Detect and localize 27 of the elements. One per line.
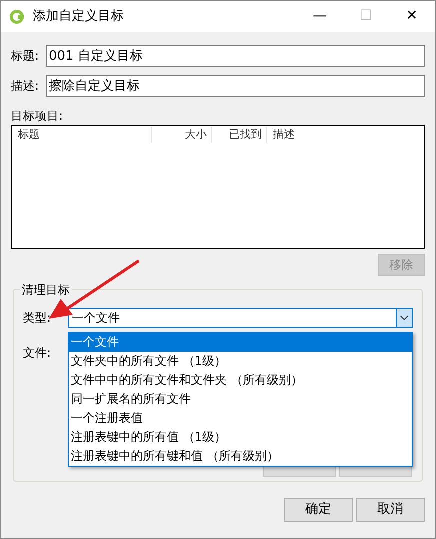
window-title: 添加自定义目标	[33, 8, 124, 26]
chevron-down-icon	[396, 309, 412, 327]
field-label: 标题:	[11, 48, 40, 65]
dropdown-option[interactable]: 一个注册表值	[69, 409, 412, 428]
ok-button[interactable]: 确定	[284, 498, 353, 522]
column-header[interactable]: 已找到	[212, 126, 267, 144]
section-label: 目标项目:	[11, 108, 64, 125]
dropdown-option[interactable]: 同一扩展名的所有文件	[69, 390, 412, 409]
file-label: 文件:	[23, 345, 52, 362]
column-header[interactable]: 大小	[152, 126, 212, 144]
dropdown-option[interactable]: 文件夹中的所有文件 （1级）	[69, 352, 412, 371]
minimize-button[interactable]: —	[297, 2, 343, 32]
close-button[interactable]: ✕	[389, 2, 435, 32]
dropdown-option[interactable]: 一个文件	[69, 333, 412, 352]
app-logo-icon	[9, 8, 25, 24]
field-label: 描述:	[11, 78, 40, 95]
type-dropdown[interactable]: 一个文件	[68, 308, 413, 328]
cancel-button[interactable]: 取消	[356, 498, 425, 522]
text-field[interactable]: 擦除自定义目标	[46, 75, 425, 97]
dropdown-option[interactable]: 注册表键中的所有值 （1级）	[69, 428, 412, 447]
dropdown-option[interactable]: 文件中中的所有文件和文件夹 （所有级别）	[69, 371, 412, 390]
dropdown-option[interactable]: 注册表键中的所有键和值 （所有级别）	[69, 447, 412, 466]
column-header[interactable]: 标题	[12, 126, 152, 144]
text-field[interactable]: 001 自定义目标	[46, 45, 425, 67]
type-label: 类型:	[23, 310, 52, 327]
column-header[interactable]: 描述	[267, 126, 424, 144]
group-legend: 清理目标	[20, 281, 72, 299]
